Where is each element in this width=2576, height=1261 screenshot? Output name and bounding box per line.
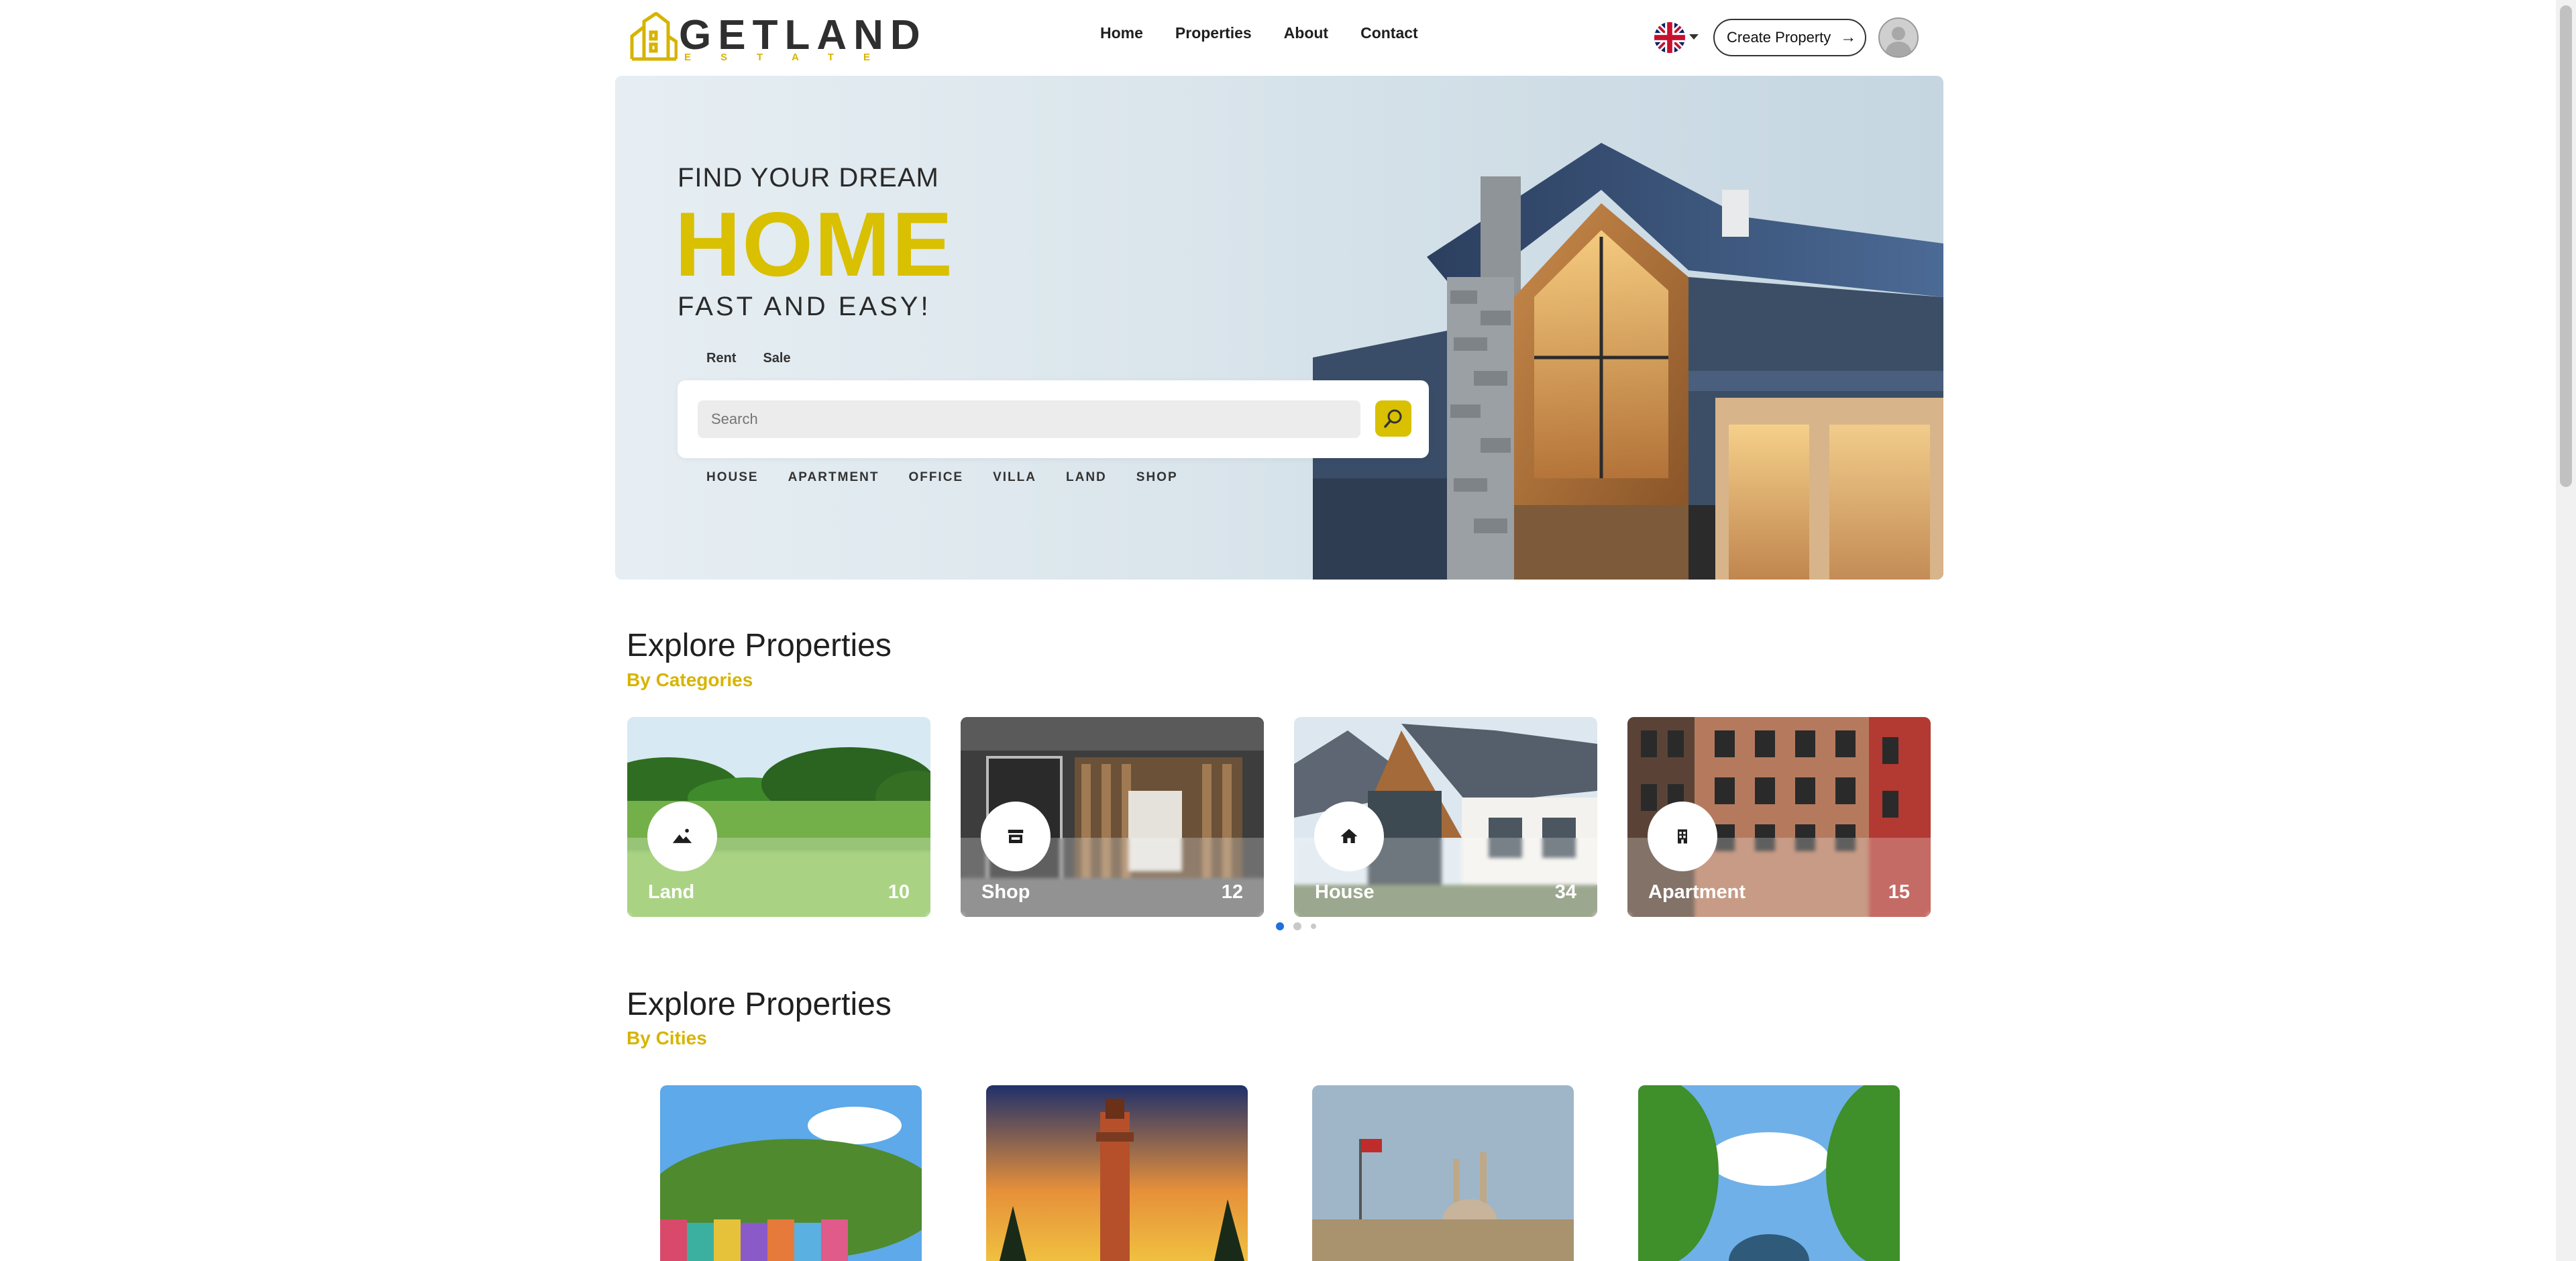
brand-logo[interactable]: GETLAND ESTATE xyxy=(629,12,920,64)
logo-sub: ESTATE xyxy=(684,52,900,63)
arrow-right-icon: → xyxy=(1840,28,1857,46)
search-panel xyxy=(678,380,1429,458)
search-icon xyxy=(1384,409,1402,428)
carousel-dot-1[interactable] xyxy=(1276,922,1284,930)
hero-banner: FIND YOUR DREAM HOME FAST AND EASY! Rent… xyxy=(615,76,1943,580)
tab-rent[interactable]: Rent xyxy=(706,351,736,366)
search-button[interactable] xyxy=(1375,400,1411,437)
chevron-down-icon[interactable] xyxy=(1689,34,1699,40)
city-card-2[interactable] xyxy=(986,1085,1248,1261)
card-category-count: 34 xyxy=(1554,881,1576,903)
hero-title-highlight: HOME xyxy=(675,193,954,295)
categories-section-title: Explore Properties xyxy=(627,628,892,663)
carousel-pagination xyxy=(1276,922,1316,930)
listing-type-tabs: Rent Sale xyxy=(706,351,791,366)
category-card-shop[interactable]: Shop 12 xyxy=(961,717,1264,917)
city-card-1[interactable] xyxy=(660,1085,922,1261)
hero-title-line1: FIND YOUR DREAM xyxy=(678,163,939,193)
logo-word: GETLAND xyxy=(679,12,927,58)
card-category-name: Apartment xyxy=(1648,881,1746,903)
nav-home[interactable]: Home xyxy=(1100,24,1143,42)
card-icon-badge xyxy=(981,802,1051,871)
page-scrollbar[interactable] xyxy=(2556,0,2576,1261)
categories-section-subtitle: By Categories xyxy=(627,669,753,690)
category-card-apartment[interactable]: Apartment 15 xyxy=(1627,717,1931,917)
nav-contact[interactable]: Contact xyxy=(1360,24,1418,42)
city-photo xyxy=(660,1085,922,1261)
quick-cat-villa[interactable]: VILLA xyxy=(993,470,1036,485)
card-icon-badge xyxy=(1648,802,1717,871)
city-card-3[interactable] xyxy=(1312,1085,1574,1261)
category-card-land[interactable]: Land 10 xyxy=(627,717,930,917)
card-category-name: Land xyxy=(648,881,695,903)
quick-cat-apartment[interactable]: APARTMENT xyxy=(788,470,879,485)
quick-cat-house[interactable]: HOUSE xyxy=(706,470,759,485)
city-photo xyxy=(1638,1085,1900,1261)
quick-cat-shop[interactable]: SHOP xyxy=(1136,470,1178,485)
create-property-button[interactable]: Create Property → xyxy=(1713,19,1866,56)
carousel-dot-2[interactable] xyxy=(1293,922,1301,930)
create-property-label: Create Property xyxy=(1727,29,1831,46)
tab-sale[interactable]: Sale xyxy=(763,351,790,366)
cities-section-subtitle: By Cities xyxy=(627,1028,707,1048)
card-category-name: House xyxy=(1315,881,1375,903)
card-category-count: 10 xyxy=(888,881,910,903)
search-input[interactable] xyxy=(698,400,1360,438)
hero-title-line3: FAST AND EASY! xyxy=(678,292,931,321)
quick-cat-land[interactable]: LAND xyxy=(1066,470,1107,485)
home-icon xyxy=(1340,828,1358,843)
site-header: GETLAND ESTATE Home Properties About Con… xyxy=(0,0,2556,74)
city-photo xyxy=(1312,1085,1574,1261)
user-icon xyxy=(1885,27,1912,56)
card-category-name: Shop xyxy=(981,881,1030,903)
city-photo xyxy=(986,1085,1248,1261)
logo-building-icon xyxy=(630,12,678,61)
main-nav: Home Properties About Contact xyxy=(1100,24,1418,42)
city-card-4[interactable] xyxy=(1638,1085,1900,1261)
scrollbar-thumb[interactable] xyxy=(2560,5,2572,487)
carousel-dot-3[interactable] xyxy=(1311,924,1316,929)
category-card-house[interactable]: House 34 xyxy=(1294,717,1597,917)
quick-cat-office[interactable]: OFFICE xyxy=(908,470,963,485)
store-icon xyxy=(1008,830,1024,843)
card-category-count: 12 xyxy=(1221,881,1243,903)
card-category-count: 15 xyxy=(1888,881,1910,903)
nav-about[interactable]: About xyxy=(1284,24,1328,42)
nav-properties[interactable]: Properties xyxy=(1175,24,1252,42)
uk-flag-icon[interactable] xyxy=(1654,22,1685,53)
card-icon-badge xyxy=(647,802,717,871)
landscape-icon xyxy=(672,828,692,843)
card-icon-badge xyxy=(1314,802,1384,871)
hero-house-image xyxy=(1313,143,1943,580)
quick-category-links: HOUSE APARTMENT OFFICE VILLA LAND SHOP xyxy=(706,470,1178,485)
building-icon xyxy=(1678,829,1687,844)
avatar[interactable] xyxy=(1878,17,1919,58)
cities-section-title: Explore Properties xyxy=(627,987,892,1022)
